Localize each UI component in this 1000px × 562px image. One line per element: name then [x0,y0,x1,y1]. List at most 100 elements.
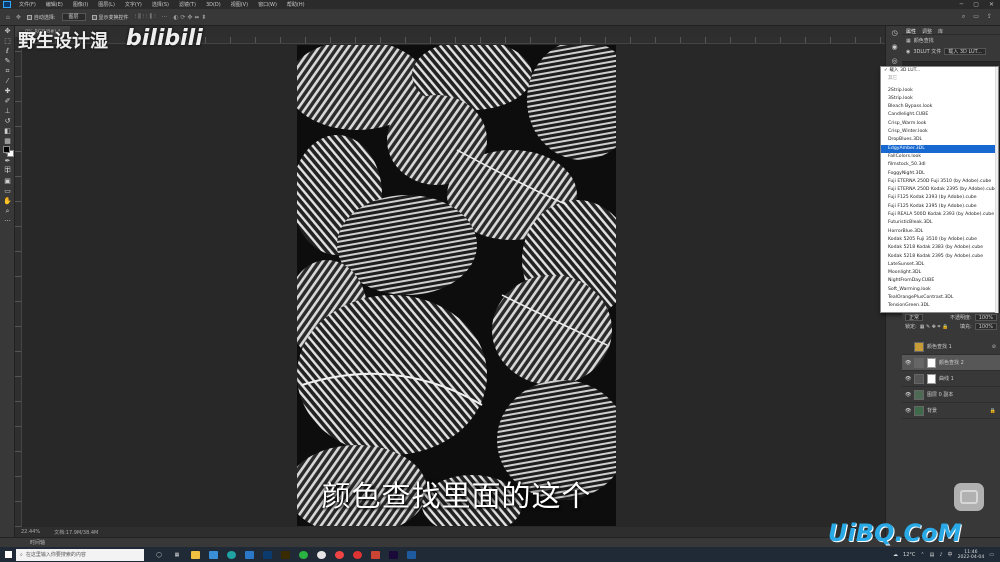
canvas-image[interactable]: 颜色查找里面的这个 [297,45,616,526]
dropdown-item[interactable]: LateSunset.3DL [881,261,998,269]
after-effects-icon[interactable] [384,547,402,562]
zoom-level[interactable]: 22.44% [21,529,40,535]
eye-icon[interactable]: 👁 [905,360,911,366]
menu-view[interactable]: 视图(V) [226,1,253,8]
rectangle-tool-icon[interactable]: ▭ [0,186,15,196]
screen-mode-icon[interactable]: ▣ [0,176,15,186]
dropdown-item[interactable]: Fuji F125 Kodak 2395 (by Adobe).cube [881,203,998,211]
menu-3d[interactable]: 3D(D) [201,2,226,8]
dropdown-item[interactable]: Fuji F125 Kodak 2393 (by Adobe).cube [881,194,998,202]
input-method-icon[interactable]: 中 [948,551,953,558]
distribute-icon[interactable]: ··· [162,14,168,21]
edge-icon[interactable] [222,547,240,562]
menu-help[interactable]: 帮助(H) [282,1,310,8]
canvas-area[interactable]: 颜色查找里面的这个 [22,44,885,527]
dropdown-item[interactable]: filmstock_50.3dl [881,161,998,169]
dropdown-item[interactable]: Fuji ETERNA 250D Kodak 2395 (by Adobe).c… [881,186,998,194]
dropdown-item[interactable]: FoggyNight.3DL [881,170,998,178]
dropdown-item[interactable]: Soft_Warming.look [881,286,998,294]
layer-mask-thumbnail[interactable] [927,373,936,384]
dropdown-item[interactable]: 3Strip.look [881,95,998,103]
dropdown-item[interactable]: Kodak 5218 Kodak 2383 (by Adobe).cube [881,244,998,252]
brush-tool-icon[interactable]: ✐ [0,96,15,106]
tab-properties[interactable]: 属性 [906,28,916,35]
tab-libraries[interactable]: 库 [938,28,943,35]
layer-row[interactable]: 👁 背景 🔒 [902,403,1000,419]
marquee-tool-icon[interactable]: ⬚ [0,36,15,46]
dropdown-item[interactable]: TealOrangePlusContrast.3DL [881,294,998,302]
3d-mode-icons[interactable]: ◐ ⟳ ✥ ⬌ ⬍ [173,14,206,21]
align-icons[interactable]: ⫶ ⫼ ⫶ ⫶ ⫼ ⫶ [135,13,156,21]
dropdown-scrollbar[interactable] [995,67,998,314]
foreground-color-swatch[interactable] [3,146,10,153]
eyedropper-tool-icon[interactable]: ⁄ [0,76,15,86]
menu-file[interactable]: 文件(F) [14,1,41,8]
menu-window[interactable]: 窗口(W) [253,1,282,8]
tray-chevron-icon[interactable]: ⌃ [920,552,924,558]
home-icon[interactable]: ⌂ [6,14,10,21]
dropdown-item[interactable]: Candlelight.CUBE [881,111,998,119]
layer-row[interactable]: 颜色查找 1 ⊘ [902,339,1000,355]
dropdown-item[interactable]: Fuji ETERNA 250D Fuji 3510 (by Adobe).cu… [881,178,998,186]
taskbar-search-box[interactable]: ⌕ 在这里输入你要搜索的内容 [16,548,144,561]
dropdown-item[interactable]: FuturisticBleak.3DL [881,219,998,227]
crop-tool-icon[interactable]: ⌗ [0,66,15,76]
app-icon[interactable] [366,547,384,562]
dropdown-item[interactable]: FallColors.look [881,153,998,161]
zoom-tool-icon[interactable]: ⌕ [0,206,15,216]
chrome-icon[interactable] [330,547,348,562]
maximize-icon[interactable]: ▢ [973,1,979,8]
layer-mask-thumbnail[interactable] [927,357,936,368]
clock[interactable]: 11:46 2022-04-04 [958,550,985,560]
timeline-tab[interactable]: 时间轴 [30,539,45,546]
task-view-icon[interactable]: ◯ [150,547,168,562]
stamp-tool-icon[interactable]: ⊥ [0,106,15,116]
quick-mask-icon[interactable]: ◫ [0,164,15,174]
eraser-tool-icon[interactable]: ◧ [0,126,15,136]
menu-type[interactable]: 文字(Y) [120,1,147,8]
widgets-icon[interactable]: ▦ [168,547,186,562]
dropdown-item[interactable]: EdgyAmber.3DL [881,144,998,153]
dropdown-item[interactable]: DropBlues.3DL [881,136,998,144]
workspace-icon[interactable]: ▭ [973,13,979,21]
dropdown-item[interactable]: Kodak 5205 Fuji 3510 (by Adobe).cube [881,236,998,244]
netease-music-icon[interactable] [348,547,366,562]
dropdown-item[interactable]: 2Strip.look [881,87,998,95]
store-icon[interactable] [204,547,222,562]
layer-row[interactable]: 👁 颜色查找 2 [902,355,1000,371]
opacity-field[interactable]: 100% [974,314,997,321]
menu-filter[interactable]: 滤镜(T) [174,1,201,8]
dropdown-item[interactable]: TensionGreen.3DL [881,302,998,310]
blend-mode-dropdown[interactable]: 正常 [905,314,924,321]
menu-select[interactable]: 选择(S) [147,1,174,8]
eye-icon[interactable]: 👁 [905,408,911,414]
dropdown-item[interactable]: HorrorBlue.3DL [881,228,998,236]
menu-image[interactable]: 图像(I) [68,1,93,8]
eye-icon[interactable]: 👁 [905,392,911,398]
fill-field[interactable]: 100% [974,323,997,330]
more-tools-icon[interactable]: ··· [0,216,15,226]
lut-file-dropdown[interactable]: 载入 3D LUT... [944,48,986,55]
dropdown-item[interactable]: Crisp_Winter.look [881,128,998,136]
auto-select-checkbox[interactable]: 自动选择: [26,14,56,21]
photoshop-taskbar-icon[interactable] [258,547,276,562]
share-icon[interactable]: ⇪ [987,13,992,21]
notification-icon[interactable]: ▭ [989,552,994,558]
mail-icon[interactable] [240,547,258,562]
lock-icons[interactable]: ▦ ✎ ✥ ⌗ 🔒 [920,324,949,330]
radio-icon[interactable]: ◉ [906,49,910,55]
minimize-icon[interactable]: ─ [960,1,964,8]
network-icon[interactable]: ▤ [930,552,935,558]
tab-adjustments[interactable]: 调整 [922,28,932,35]
move-tool-icon[interactable]: ✥ [0,26,15,36]
close-icon[interactable]: ✕ [989,1,994,8]
history-panel-icon[interactable]: ◷ [886,26,903,40]
eye-icon[interactable]: 👁 [905,376,911,382]
dropdown-item[interactable]: Fuji REALA 500D Kodak 2393 (by Adobe).cu… [881,211,998,219]
dropdown-item[interactable]: Bleach Bypass.look [881,103,998,111]
illustrator-taskbar-icon[interactable] [276,547,294,562]
layer-row[interactable]: 👁 图层 0 副本 [902,387,1000,403]
qq-icon[interactable] [312,547,330,562]
menu-edit[interactable]: 编辑(E) [41,1,68,8]
quick-select-tool-icon[interactable]: ✎ [0,56,15,66]
